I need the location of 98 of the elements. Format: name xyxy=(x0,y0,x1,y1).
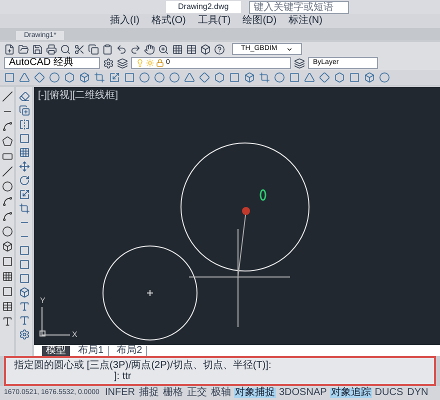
status-toggle[interactable]: 对象追踪 xyxy=(330,388,372,398)
pan-icon[interactable] xyxy=(144,44,155,54)
redo-icon[interactable] xyxy=(130,44,141,54)
tool-icon[interactable] xyxy=(79,72,90,83)
tool-icon[interactable] xyxy=(289,72,300,83)
undo-icon[interactable] xyxy=(116,44,127,54)
tool-icon[interactable] xyxy=(274,72,285,83)
copy-icon[interactable] xyxy=(88,44,99,54)
status-toggle[interactable]: 对象捕捉 xyxy=(234,388,276,398)
mirror-icon[interactable] xyxy=(18,119,30,130)
status-toggle[interactable]: 极轴 xyxy=(210,388,232,398)
zoom-icon[interactable] xyxy=(158,44,169,54)
status-toggle[interactable]: INFER xyxy=(104,388,136,398)
tool-icon[interactable] xyxy=(94,72,105,83)
tool-icon[interactable] xyxy=(169,72,180,83)
tool-icon[interactable] xyxy=(244,72,255,83)
menu-item[interactable]: 格式(O) xyxy=(151,16,186,26)
tool-icon[interactable] xyxy=(139,72,150,83)
tool-icon[interactable] xyxy=(34,72,45,83)
snap-marker xyxy=(242,207,250,215)
tool-icon[interactable] xyxy=(334,72,345,83)
command-text: ]: ttr xyxy=(113,372,132,382)
tool-icon[interactable] xyxy=(229,72,240,83)
status-toggle[interactable]: DUCS xyxy=(374,388,404,398)
paste-icon[interactable] xyxy=(102,44,113,54)
tool-icon[interactable] xyxy=(64,72,75,83)
new-file-icon[interactable] xyxy=(4,44,15,54)
explode-icon[interactable] xyxy=(18,287,30,298)
text-icon[interactable] xyxy=(2,316,12,327)
sun-icon xyxy=(146,59,154,67)
line-icon[interactable] xyxy=(2,91,12,102)
tool-icon[interactable] xyxy=(184,72,195,83)
lightbulb-icon xyxy=(136,59,144,67)
properties-icon[interactable] xyxy=(18,329,30,340)
array-icon[interactable] xyxy=(18,147,30,158)
polygon-icon[interactable] xyxy=(2,136,12,147)
tool-icon[interactable] xyxy=(4,72,15,83)
window-title: Drawing2.dwg xyxy=(166,1,241,13)
layers-icon[interactable] xyxy=(294,58,305,68)
y-axis-label: Y xyxy=(40,296,46,305)
tool-icon[interactable] xyxy=(199,72,210,83)
tool-icon[interactable] xyxy=(49,72,60,83)
menu-item[interactable]: 插入(I) xyxy=(110,16,140,26)
tool-icon[interactable] xyxy=(304,72,315,83)
tool-icon[interactable] xyxy=(349,72,360,83)
menu-item[interactable]: 工具(T) xyxy=(198,16,231,26)
multiline-text-icon[interactable] xyxy=(18,315,30,326)
tool-icon[interactable] xyxy=(124,72,135,83)
spline-icon[interactable] xyxy=(2,211,12,222)
erase-icon[interactable] xyxy=(18,91,30,102)
print-icon[interactable] xyxy=(46,44,57,54)
menu-item[interactable]: 绘图(D) xyxy=(242,16,277,26)
rectangle-icon[interactable] xyxy=(2,151,12,162)
lock-icon xyxy=(156,59,164,67)
status-toggle[interactable]: DYN xyxy=(406,388,430,398)
drawing-canvas[interactable]: [-][俯视][二维线框] Y X xyxy=(34,87,440,345)
cut-icon[interactable] xyxy=(74,44,85,54)
menu-item[interactable]: 标注(N) xyxy=(288,16,322,26)
status-toggle[interactable]: 栅格 xyxy=(162,388,184,398)
table-icon[interactable] xyxy=(186,44,197,54)
status-toggle[interactable]: 3DOSNAP xyxy=(278,388,328,398)
viewport-label[interactable]: [-][俯视][二维线框] xyxy=(38,91,118,101)
move-icon[interactable] xyxy=(18,161,30,172)
save-icon[interactable] xyxy=(32,44,43,54)
help-icon[interactable] xyxy=(214,44,225,54)
grid-icon[interactable] xyxy=(172,44,183,54)
tool-icon[interactable] xyxy=(364,72,375,83)
ellipse-icon[interactable] xyxy=(2,226,12,237)
tangent-marker xyxy=(260,189,266,201)
x-axis-label: X xyxy=(72,330,78,339)
polyline-icon[interactable] xyxy=(2,121,12,132)
text-icon[interactable] xyxy=(18,301,30,312)
status-toggle[interactable]: 正交 xyxy=(186,388,208,398)
tool-icon[interactable] xyxy=(319,72,330,83)
center-mark xyxy=(146,290,154,296)
circle-icon[interactable] xyxy=(2,181,12,192)
cube-icon[interactable] xyxy=(200,44,211,54)
layers-icon[interactable] xyxy=(117,58,128,68)
settings-icon[interactable] xyxy=(103,58,114,68)
ucs-icon xyxy=(40,306,70,336)
scale-icon[interactable] xyxy=(18,189,30,200)
tool-icon[interactable] xyxy=(19,72,30,83)
tool-icon[interactable] xyxy=(214,72,225,83)
tool-icon[interactable] xyxy=(259,72,270,83)
folder-icon[interactable] xyxy=(18,44,29,54)
copy-icon[interactable] xyxy=(18,105,30,116)
tool-icon[interactable] xyxy=(154,72,165,83)
caret-icon xyxy=(286,46,293,52)
workspace-dropdown[interactable]: AutoCAD 经典 xyxy=(4,57,100,69)
block-icon[interactable] xyxy=(2,241,12,252)
rotate-icon[interactable] xyxy=(18,175,30,186)
status-toggle[interactable]: 捕捉 xyxy=(138,388,160,398)
tool-icon[interactable] xyxy=(379,72,390,83)
tool-icon[interactable] xyxy=(109,72,120,83)
command-text: 指定圆的圆心或 [三点(3P)/两点(2P)/切点、切点、半径(T)]: xyxy=(14,360,272,370)
hatch-icon[interactable] xyxy=(2,271,12,282)
search-icon[interactable] xyxy=(60,44,71,54)
table-icon[interactable] xyxy=(2,301,12,312)
